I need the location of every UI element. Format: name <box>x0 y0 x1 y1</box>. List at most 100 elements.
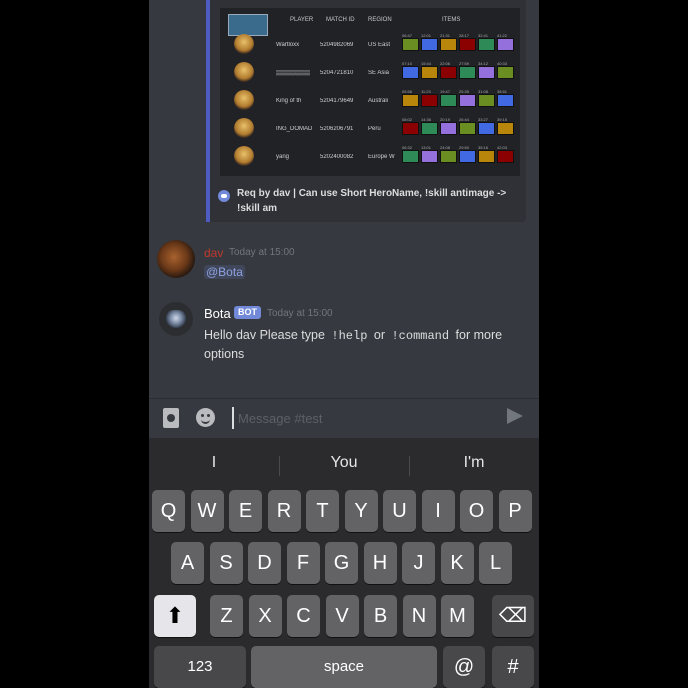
item-icon <box>421 38 438 51</box>
rank-emblem-icon <box>234 90 254 110</box>
item-icon <box>497 94 514 107</box>
item-icon <box>440 94 457 107</box>
key-l[interactable]: L <box>479 542 512 584</box>
command-help: !help <box>331 329 368 343</box>
username[interactable]: dav <box>204 246 223 260</box>
at-key[interactable]: @ <box>443 646 485 688</box>
match-id: 5202400082 <box>320 154 354 160</box>
avatar[interactable] <box>157 240 195 278</box>
key-x[interactable]: X <box>248 595 282 637</box>
username[interactable]: Bota <box>204 306 231 321</box>
item-icon <box>497 122 514 135</box>
rank-emblem-icon <box>234 34 254 54</box>
discord-icon <box>218 190 230 202</box>
match-id: 5204179649 <box>320 98 354 104</box>
key-q[interactable]: Q <box>152 490 185 532</box>
key-a[interactable]: A <box>171 542 204 584</box>
suggestion-1[interactable]: I <box>154 454 274 472</box>
backspace-key[interactable]: ⌫ <box>492 595 534 637</box>
item-icon <box>402 150 419 163</box>
key-f[interactable]: F <box>286 542 320 584</box>
suggestion-divider <box>279 456 280 476</box>
suggestion-2[interactable]: You <box>284 454 404 472</box>
match-id: 5206206791 <box>320 126 354 132</box>
item-icon <box>497 66 514 79</box>
key-i[interactable]: I <box>421 490 455 532</box>
numbers-key[interactable]: 123 <box>154 646 246 688</box>
region: SE Asia <box>368 70 390 76</box>
suggestion-divider <box>409 456 410 476</box>
item-icon <box>478 66 495 79</box>
match-row: ING_DOMAD 5206206791 Peru 08:02 14:36 20:19 26… <box>220 116 520 144</box>
match-row: King of th 5204179649 Australi 05:58 11:23 19… <box>220 88 520 116</box>
rank-emblem-icon <box>234 146 254 166</box>
suggestion-3[interactable]: I'm <box>414 454 534 472</box>
region: US East <box>368 42 391 48</box>
key-z[interactable]: Z <box>210 595 243 637</box>
shift-key[interactable]: ⬆ <box>154 595 196 637</box>
key-v[interactable]: V <box>325 595 359 637</box>
message-text: Hello dav Please type !help or !command … <box>204 328 503 361</box>
header-match-id: MATCH ID <box>326 17 355 23</box>
message-input[interactable] <box>232 407 492 429</box>
item-icon <box>478 122 495 135</box>
match-history-embed: PLAYER MATCH ID REGION ITEMS Wartloxx 520… <box>206 0 526 222</box>
item-icon <box>402 66 419 79</box>
attach-file-icon[interactable] <box>163 408 179 428</box>
key-s[interactable]: S <box>209 542 243 584</box>
command-command: !command <box>391 329 450 343</box>
item-icon <box>402 38 419 51</box>
item-icon <box>459 38 476 51</box>
item-icon <box>440 38 457 51</box>
player-name: Wartloxx <box>276 42 300 48</box>
item-icon <box>440 122 457 135</box>
send-icon[interactable] <box>507 408 523 424</box>
embed-footer-text: Req by dav | Can use Short HeroName, !sk… <box>237 188 507 214</box>
bot-badge: BOT <box>234 306 261 319</box>
key-k[interactable]: K <box>440 542 474 584</box>
key-p[interactable]: P <box>498 490 532 532</box>
rank-emblem-icon <box>234 118 254 138</box>
item-icon <box>459 66 476 79</box>
key-w[interactable]: W <box>190 490 224 532</box>
mention[interactable]: @Bota <box>204 265 245 279</box>
item-icon <box>497 150 514 163</box>
key-o[interactable]: O <box>460 490 493 532</box>
key-n[interactable]: N <box>402 595 436 637</box>
item-icons <box>402 122 520 136</box>
key-d[interactable]: D <box>248 542 281 584</box>
header-player: PLAYER <box>290 17 314 23</box>
key-j[interactable]: J <box>402 542 435 584</box>
key-u[interactable]: U <box>383 490 416 532</box>
region: Europe W <box>368 154 395 160</box>
region: Australi <box>368 98 389 104</box>
key-r[interactable]: R <box>267 490 301 532</box>
discord-chat-screen: PLAYER MATCH ID REGION ITEMS Wartloxx 520… <box>149 0 539 688</box>
item-icon <box>402 94 419 107</box>
timestamp: Today at 15:00 <box>267 308 333 319</box>
match-row: ▒▒▒▒▒▒▒▒ 5204721810 SE Asia 07:10 15:44 22:06… <box>220 60 520 88</box>
key-g[interactable]: G <box>325 542 358 584</box>
key-h[interactable]: H <box>363 542 397 584</box>
key-e[interactable]: E <box>229 490 262 532</box>
player-name: ▒▒▒▒▒▒▒▒ <box>276 70 311 76</box>
item-icon <box>459 122 476 135</box>
timestamp: Today at 15:00 <box>229 247 295 258</box>
hash-key[interactable]: # <box>492 646 534 688</box>
header-region: REGION <box>368 17 392 23</box>
item-icon <box>421 94 438 107</box>
key-b[interactable]: B <box>364 595 397 637</box>
space-key[interactable]: space <box>251 646 437 688</box>
key-c[interactable]: C <box>287 595 320 637</box>
player-name: King of th <box>276 98 302 104</box>
avatar[interactable] <box>159 302 193 336</box>
item-icon <box>478 150 495 163</box>
key-t[interactable]: T <box>306 490 339 532</box>
item-icon <box>402 122 419 135</box>
item-icons <box>402 150 520 164</box>
key-m[interactable]: M <box>441 595 474 637</box>
embed-table-header: PLAYER MATCH ID REGION ITEMS <box>220 12 520 36</box>
item-icon <box>478 38 495 51</box>
key-y[interactable]: Y <box>344 490 378 532</box>
emoji-icon[interactable] <box>196 408 215 427</box>
